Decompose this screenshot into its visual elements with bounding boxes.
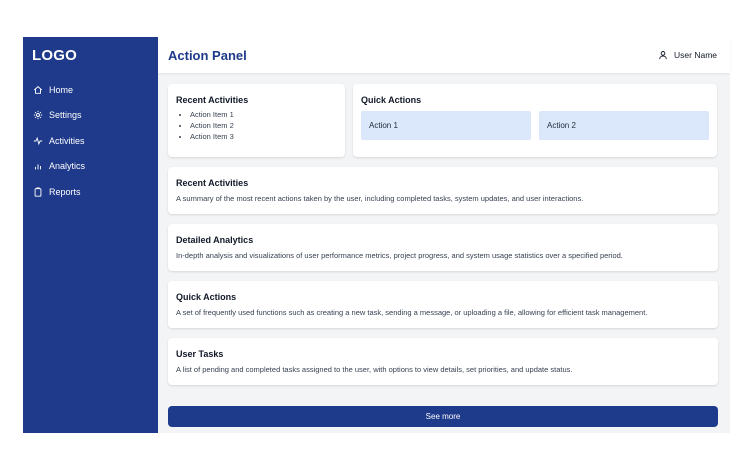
sidebar-nav: Home Settings Activities Analytics Repor… (23, 73, 158, 205)
section-description: A set of frequently used functions such … (176, 308, 648, 317)
quick-actions-row: Action 1 Action 2 (361, 111, 709, 140)
section-title: User Tasks (176, 349, 224, 359)
list-item: Action Item 3 (190, 131, 337, 142)
home-icon (32, 84, 44, 96)
top-bar: Action Panel User Name (158, 37, 730, 73)
user-menu[interactable]: User Name (658, 50, 717, 60)
sidebar-item-label: Analytics (49, 161, 86, 172)
recent-activities-section: Recent Activities A summary of the most … (168, 167, 718, 214)
sidebar-item-reports[interactable]: Reports (23, 179, 158, 205)
card-title: Recent Activities (176, 95, 249, 105)
page-title: Action Panel (168, 47, 247, 63)
activity-icon (32, 135, 44, 147)
section-title: Recent Activities (176, 178, 249, 188)
sidebar-item-label: Reports (49, 186, 81, 197)
sidebar-item-settings[interactable]: Settings (23, 103, 158, 129)
action-1-button[interactable]: Action 1 (361, 111, 531, 140)
user-tasks-section: User Tasks A list of pending and complet… (168, 338, 718, 385)
card-title: Quick Actions (361, 95, 422, 105)
see-more-button[interactable]: See more (168, 406, 718, 427)
quick-actions-card: Quick Actions Action 1 Action 2 (353, 84, 717, 157)
sidebar-item-analytics[interactable]: Analytics (23, 154, 158, 180)
top-row: Recent Activities Action Item 1 Action I… (168, 84, 720, 157)
section-title: Quick Actions (176, 292, 237, 302)
section-description: A summary of the most recent actions tak… (176, 194, 584, 203)
logo: LOGO (32, 46, 77, 64)
sidebar-item-label: Home (49, 84, 74, 95)
action-2-button[interactable]: Action 2 (539, 111, 709, 140)
quick-actions-section: Quick Actions A set of frequently used f… (168, 281, 718, 328)
section-description: In-depth analysis and visualizations of … (176, 251, 623, 260)
user-name: User Name (674, 50, 717, 60)
sidebar-item-activities[interactable]: Activities (23, 128, 158, 154)
list-item: Action Item 1 (190, 109, 337, 120)
sidebar-item-label: Activities (49, 135, 85, 146)
detailed-analytics-section: Detailed Analytics In-depth analysis and… (168, 224, 718, 271)
user-icon (659, 51, 667, 60)
recent-activities-card: Recent Activities Action Item 1 Action I… (168, 84, 345, 157)
clipboard-icon (32, 186, 44, 198)
section-title: Detailed Analytics (176, 235, 254, 245)
sidebar: LOGO Home Settings Activities Analytics … (23, 37, 158, 433)
app-window: LOGO Home Settings Activities Analytics … (23, 37, 730, 433)
list-item: Action Item 2 (190, 120, 337, 131)
sidebar-item-home[interactable]: Home (23, 77, 158, 103)
gear-icon (32, 109, 44, 121)
sidebar-item-label: Settings (49, 110, 82, 121)
section-description: A list of pending and completed tasks as… (176, 365, 573, 374)
activity-list: Action Item 1 Action Item 2 Action Item … (176, 109, 337, 142)
bar-chart-icon (32, 160, 44, 172)
main-area: Action Panel User Name Recent Activities… (158, 37, 730, 433)
content: Recent Activities Action Item 1 Action I… (158, 73, 730, 385)
